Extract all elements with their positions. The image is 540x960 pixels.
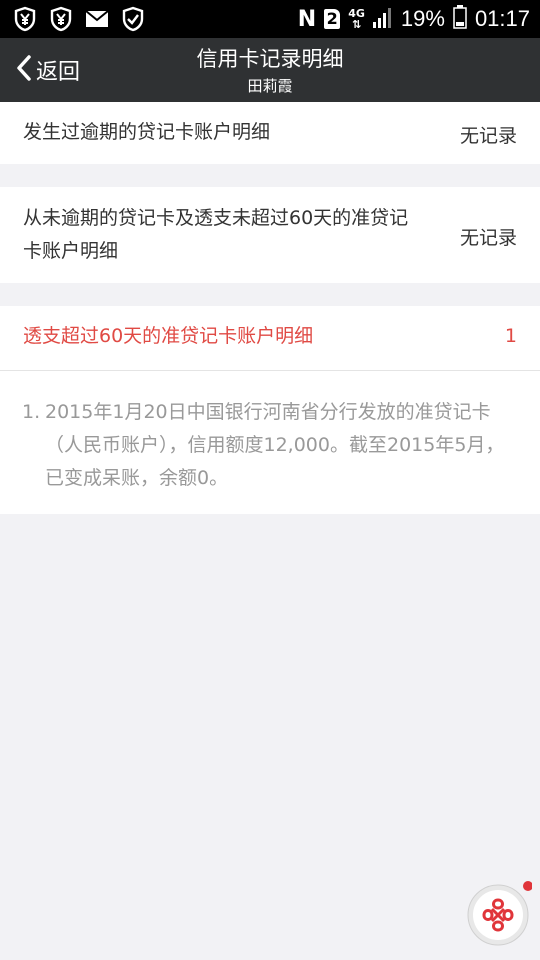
floating-assistant-button[interactable]	[464, 880, 533, 948]
shield-check-icon	[120, 6, 146, 32]
system-status: N 2 4G ⇅ 19% 01:17	[298, 4, 530, 34]
list-item: 2015年1月20日中国银行河南省分行发放的准贷记卡（人民币账户），信用额度12…	[45, 401, 505, 489]
status-bar: N 2 4G ⇅ 19% 01:17	[0, 0, 540, 38]
yuan-shield-icon	[48, 6, 74, 32]
nav-bar: 返回 信用卡记录明细 田莉霞	[0, 38, 540, 102]
row-label: 从未逾期的贷记卡及透支未超过60天的准贷记卡账户明细	[23, 207, 409, 262]
clock: 01:17	[474, 6, 530, 31]
list-item-number: 1.	[22, 401, 41, 423]
signal-icon	[372, 6, 393, 32]
detail-list: 1. 2015年1月20日中国银行河南省分行发放的准贷记卡（人民币账户），信用额…	[0, 370, 540, 514]
page-subtitle: 田莉霞	[247, 77, 293, 95]
overdue-credit-card-row[interactable]: 发生过逾期的贷记卡账户明细 无记录	[0, 102, 540, 164]
battery-icon	[453, 5, 467, 33]
data-arrows-icon: ⇅	[351, 18, 362, 31]
row-count: 1	[504, 325, 517, 347]
nfc-icon: N	[297, 6, 317, 32]
network-indicator: 4G ⇅	[348, 8, 365, 30]
row-value: 无记录	[459, 125, 517, 147]
notification-icons	[12, 6, 146, 32]
page-title: 信用卡记录明细	[196, 47, 344, 71]
row-label: 发生过逾期的贷记卡账户明细	[23, 121, 271, 143]
yuan-shield-icon	[12, 6, 38, 32]
overdraft-over-60-days-row[interactable]: 透支超过60天的准贷记卡账户明细 1	[0, 306, 540, 370]
battery-percent: 19%	[400, 6, 445, 31]
never-overdue-card-row[interactable]: 从未逾期的贷记卡及透支未超过60天的准贷记卡账户明细 无记录	[0, 187, 540, 283]
row-label: 透支超过60天的准贷记卡账户明细	[23, 325, 314, 347]
sim-indicator: 2	[324, 9, 341, 29]
mail-icon	[84, 6, 110, 32]
row-value: 无记录	[459, 227, 517, 249]
